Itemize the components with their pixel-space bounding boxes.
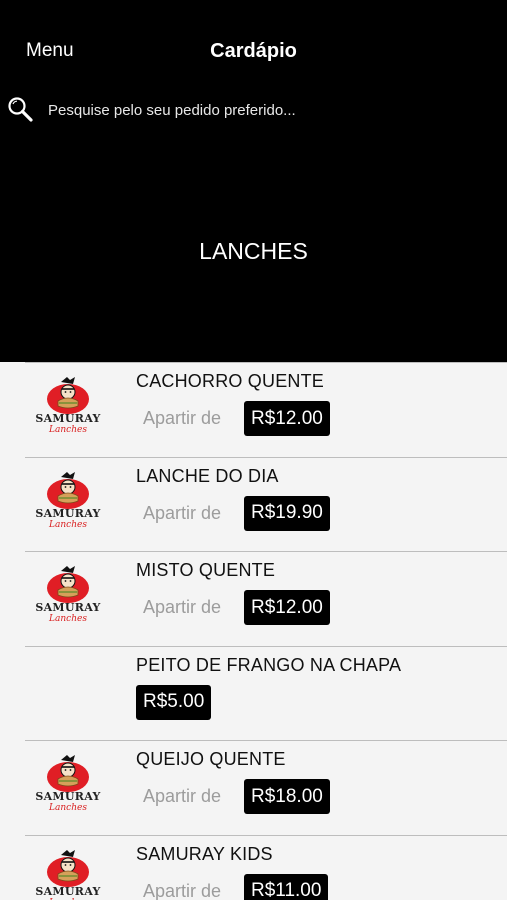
samuray-logo: SAMURAY Lanches — [34, 376, 102, 442]
product-name: SAMURAY KIDS — [136, 843, 273, 864]
samuray-logo: SAMURAY Lanches — [34, 565, 102, 631]
price-prefix: Apartir de — [143, 880, 222, 900]
samurai-mascot-icon — [47, 566, 89, 603]
price-badge[interactable]: R$18.00 — [244, 779, 330, 814]
price-badge[interactable]: R$19.90 — [244, 495, 330, 531]
product-item[interactable]: SAMURAY Lanches LANCHE DO DIA Apartir de… — [0, 456, 507, 552]
product-name: CACHORRO QUENTE — [136, 371, 325, 391]
search-input[interactable] — [48, 101, 496, 119]
product-item[interactable]: SAMURAY Lanches QUEIJO QUENTE Apartir de… — [0, 740, 507, 835]
price-prefix: Apartir de — [143, 408, 222, 428]
logo-brand: SAMURAY — [35, 884, 101, 898]
search-icon[interactable] — [6, 95, 36, 125]
price-prefix: Apartir de — [143, 786, 222, 806]
samuray-logo: SAMURAY Lanches — [34, 471, 102, 537]
samuray-logo: SAMURAY Lanches — [34, 754, 102, 820]
search-bar[interactable] — [6, 94, 496, 126]
price-prefix: Apartir de — [143, 502, 222, 523]
product-name: MISTO QUENTE — [136, 560, 276, 580]
price-badge[interactable]: R$12.00 — [244, 401, 330, 436]
product-name: QUEIJO QUENTE — [136, 749, 286, 769]
price-badge[interactable]: R$12.00 — [244, 590, 330, 625]
app-screen: Menu Cardápio LANCHES — [0, 0, 507, 900]
menu-button[interactable]: Menu — [26, 40, 74, 62]
product-item[interactable]: SAMURAY Lanches MISTO QUENTE Apartir de … — [0, 551, 507, 646]
product-list: SAMURAY Lanches CACHORRO QUENTE Apartir … — [0, 362, 507, 900]
samuray-logo: SAMURAY Lanches — [34, 849, 102, 900]
logo-subtitle: Lanches — [49, 425, 87, 435]
product-name: LANCHE DO DIA — [136, 465, 279, 486]
price-badge[interactable]: R$5.00 — [136, 684, 212, 720]
product-item[interactable]: SAMURAY Lanches CACHORRO QUENTE Apartir … — [0, 362, 507, 457]
samurai-mascot-icon — [47, 471, 89, 509]
product-name: PEITO DE FRANGO NA CHAPA — [136, 654, 402, 675]
samurai-mascot-icon — [47, 849, 89, 887]
product-item[interactable]: PEITO DE FRANGO NA CHAPA R$5.00 — [0, 645, 507, 741]
logo-subtitle: Lanches — [49, 614, 87, 624]
category-title: LANCHES — [199, 238, 308, 264]
samurai-mascot-icon — [47, 755, 89, 792]
samurai-mascot-icon — [47, 377, 89, 414]
logo-brand: SAMURAY — [35, 412, 101, 425]
logo-subtitle: Lanches — [49, 519, 87, 530]
product-item[interactable]: SAMURAY Lanches SAMURAY KIDS Apartir de … — [0, 834, 507, 900]
price-badge[interactable]: R$11.00 — [244, 873, 329, 900]
logo-subtitle: Lanches — [49, 803, 87, 813]
page-title-wrap: Cardápio — [0, 40, 507, 63]
header: Menu Cardápio LANCHES — [0, 0, 507, 362]
logo-brand: SAMURAY — [35, 790, 101, 803]
price-prefix: Apartir de — [143, 597, 222, 617]
page-title: Cardápio — [210, 40, 297, 62]
logo-brand: SAMURAY — [35, 601, 101, 614]
logo-brand: SAMURAY — [35, 506, 101, 520]
